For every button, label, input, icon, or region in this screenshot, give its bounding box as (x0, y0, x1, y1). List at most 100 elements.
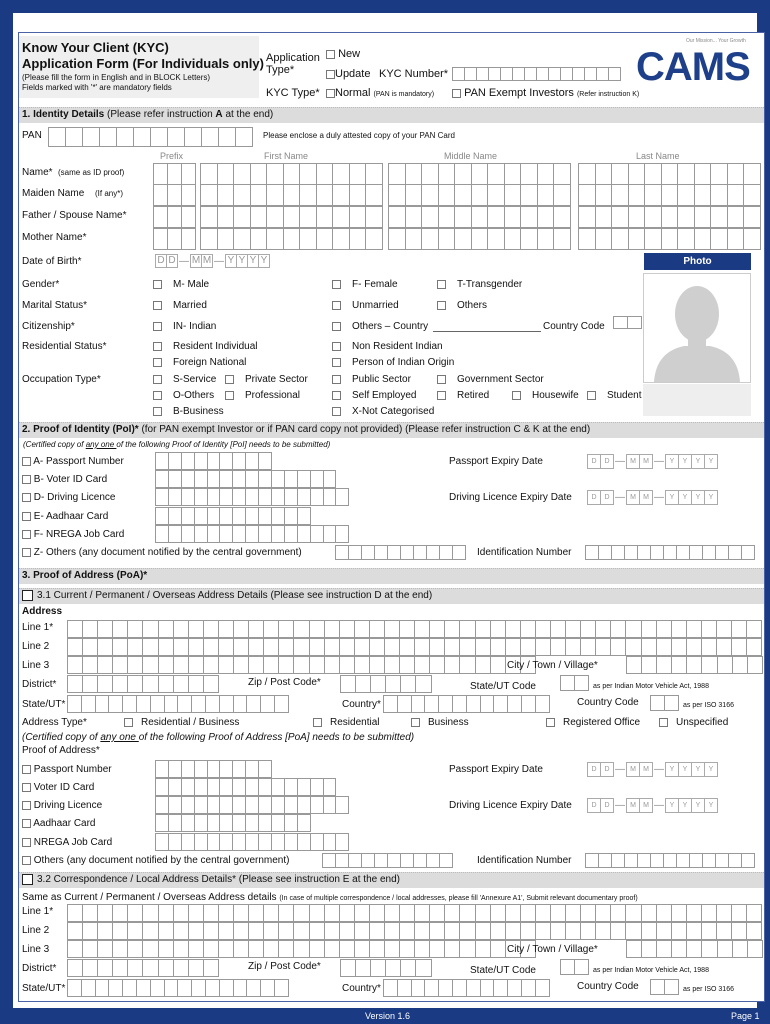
char-box[interactable] (109, 695, 124, 713)
address-line2-input[interactable] (67, 638, 763, 656)
char-box[interactable] (310, 470, 324, 488)
char-box[interactable] (535, 620, 551, 638)
char-box[interactable] (488, 206, 505, 228)
char-box[interactable] (123, 979, 137, 997)
char-box[interactable] (194, 470, 208, 488)
char-box[interactable] (128, 904, 144, 922)
char-box[interactable] (261, 695, 275, 713)
char-box[interactable] (732, 940, 748, 958)
char-box[interactable] (128, 656, 144, 674)
poi-checkbox[interactable] (22, 492, 31, 502)
char-box[interactable] (611, 620, 627, 638)
char-box[interactable] (694, 206, 711, 228)
date-digit-box[interactable]: Y (248, 254, 259, 268)
char-box[interactable] (641, 620, 657, 638)
char-box[interactable] (272, 814, 285, 832)
char-box[interactable] (218, 904, 235, 922)
char-box[interactable] (309, 904, 325, 922)
char-box[interactable] (686, 922, 702, 940)
char-box[interactable] (626, 904, 642, 922)
char-box[interactable] (220, 796, 234, 814)
char-box[interactable] (677, 853, 690, 868)
char-box[interactable] (520, 620, 536, 638)
char-box[interactable] (520, 904, 536, 922)
name-middle-input[interactable] (388, 184, 571, 206)
date-digit-box[interactable]: D (588, 490, 601, 505)
char-box[interactable] (651, 545, 664, 560)
char-box[interactable] (455, 163, 472, 185)
char-box[interactable] (747, 620, 763, 638)
char-box[interactable] (475, 620, 491, 638)
char-box[interactable] (83, 656, 99, 674)
char-box[interactable] (283, 163, 300, 185)
date-digit-box[interactable]: Y (666, 454, 679, 469)
char-box[interactable] (339, 656, 355, 674)
char-box[interactable] (575, 959, 589, 975)
char-box[interactable] (371, 959, 387, 977)
char-box[interactable] (154, 184, 168, 206)
char-box[interactable] (98, 675, 114, 693)
char-box[interactable] (490, 638, 506, 656)
char-box[interactable] (729, 853, 742, 868)
char-box[interactable] (665, 979, 679, 995)
char-box[interactable] (100, 127, 117, 147)
char-box[interactable] (727, 184, 744, 206)
char-box[interactable] (579, 228, 596, 250)
char-box[interactable] (68, 979, 82, 997)
char-box[interactable] (525, 67, 537, 81)
char-box[interactable] (686, 638, 702, 656)
char-box[interactable] (188, 675, 204, 693)
char-box[interactable] (294, 940, 310, 958)
char-box[interactable] (156, 507, 169, 525)
date-digit-box[interactable]: D (601, 762, 614, 777)
char-box[interactable] (259, 470, 273, 488)
poa-others-checkbox[interactable] (22, 855, 31, 865)
option-checkbox[interactable] (153, 375, 162, 384)
char-box[interactable] (81, 695, 96, 713)
char-box[interactable] (611, 638, 627, 656)
char-box[interactable] (66, 127, 83, 147)
char-box[interactable] (566, 638, 582, 656)
char-box[interactable] (207, 833, 221, 851)
date-digit-box[interactable]: D (601, 454, 614, 469)
char-box[interactable] (83, 904, 99, 922)
name-prefix-input[interactable] (153, 228, 196, 250)
char-box[interactable] (143, 675, 159, 693)
option-checkbox[interactable] (587, 391, 596, 400)
char-box[interactable] (203, 620, 219, 638)
char-box[interactable] (250, 184, 267, 206)
char-box[interactable] (471, 163, 488, 185)
option-checkbox[interactable] (153, 358, 162, 367)
char-box[interactable] (521, 163, 538, 185)
char-box[interactable] (274, 979, 289, 997)
char-box[interactable] (490, 922, 506, 940)
option-checkbox[interactable] (153, 280, 162, 289)
char-box[interactable] (744, 206, 761, 228)
char-box[interactable] (678, 163, 695, 185)
char-box[interactable] (711, 163, 728, 185)
section31-checkbox[interactable] (22, 590, 33, 601)
char-box[interactable] (68, 675, 84, 693)
char-box[interactable] (194, 814, 208, 832)
char-box[interactable] (134, 127, 151, 147)
char-box[interactable] (354, 638, 370, 656)
poa-number-input[interactable] (155, 814, 311, 832)
char-box[interactable] (323, 488, 337, 506)
date-digit-box[interactable]: Y (692, 490, 705, 505)
char-box[interactable] (400, 656, 416, 674)
char-box[interactable] (430, 638, 446, 656)
poi-option[interactable]: A- Passport Number (22, 456, 124, 467)
char-box[interactable] (168, 488, 182, 506)
date-digit-box[interactable]: Y (679, 454, 692, 469)
date-digit-box[interactable]: D (588, 798, 601, 813)
char-box[interactable] (173, 620, 189, 638)
char-box[interactable] (488, 184, 505, 206)
char-box[interactable] (201, 228, 218, 250)
address-type-checkbox[interactable] (546, 718, 555, 727)
char-box[interactable] (585, 67, 597, 81)
char-box[interactable] (220, 525, 234, 543)
char-box[interactable] (83, 620, 99, 638)
char-box[interactable] (113, 904, 129, 922)
char-box[interactable] (218, 656, 235, 674)
char-box[interactable] (158, 620, 174, 638)
